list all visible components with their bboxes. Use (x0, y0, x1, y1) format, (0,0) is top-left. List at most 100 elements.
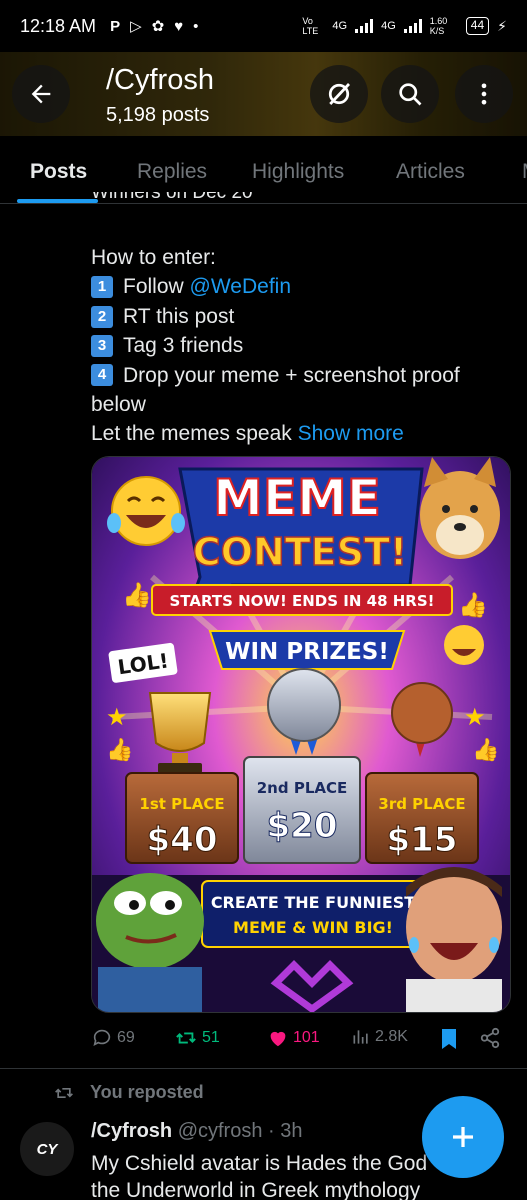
views-button[interactable]: 2.8K (351, 1027, 408, 1047)
bookmark-button[interactable] (439, 1027, 459, 1051)
tab-articles[interactable]: Articles (396, 160, 465, 184)
mention-link[interactable]: @WeDefin (190, 272, 291, 301)
pepe-frog-icon (96, 873, 204, 1012)
arrow-left-icon (31, 84, 51, 104)
post-text: How to enter: 1 Follow @WeDefin 2 RT thi… (91, 243, 511, 449)
thumbs-up-icon-4: 👍 (472, 737, 499, 762)
image-headline-1: MEME (213, 469, 381, 527)
author-handle[interactable]: @cyfrosh (178, 1120, 263, 1142)
tab-posts[interactable]: Posts (30, 160, 87, 184)
post-actions: 69 51 101 2.8K (91, 1027, 511, 1057)
first-place-label: 1st PLACE (139, 795, 224, 813)
status-bar: 12:18 AM P ▷ ✿ ♥ • Vo LTE 4G 4G 1.60 K/S… (0, 0, 527, 52)
post-time: 3h (280, 1120, 303, 1142)
compose-button[interactable] (422, 1096, 504, 1178)
first-place-amount: $40 (147, 820, 218, 860)
network-4g-label: 4G (332, 20, 348, 32)
image-headline-2: CONTEST! (193, 530, 408, 574)
author-name[interactable]: /Cyfrosh (91, 1120, 172, 1142)
meme-contest-image: MEME CONTEST! 👍 👍 STARTS NOW! ENDS IN 48… (92, 457, 510, 1012)
thumbs-up-icon: 👍 (122, 581, 152, 609)
cta-line-1: CREATE THE FUNNIEST (211, 893, 415, 912)
second-place-amount: $20 (267, 806, 338, 846)
separator-dot: · (268, 1120, 275, 1142)
more-vertical-icon (481, 83, 487, 105)
more-options-button[interactable] (455, 65, 513, 123)
signal-icon (355, 19, 374, 33)
scrolled-text-line: Winners on Dec 20 (91, 192, 321, 206)
closing-line: Let the memes speak Show more (91, 419, 511, 448)
laughing-man-icon (406, 867, 502, 1012)
tab-highlights[interactable]: Highlights (252, 160, 344, 184)
repost-button[interactable]: 51 (174, 1027, 220, 1049)
profile-name: /Cyfrosh (106, 64, 214, 96)
closing-text: Let the memes speak (91, 422, 298, 446)
reply-icon (93, 1029, 111, 1046)
heart-filled-icon (270, 1031, 286, 1047)
doge-icon (420, 457, 500, 559)
share-button[interactable] (479, 1027, 501, 1049)
post-author-row: /Cyfrosh @cyfrosh · 3h (91, 1120, 303, 1143)
share-icon (480, 1027, 500, 1049)
post-body-line-2: the Underworld in Greek mythology (91, 1179, 421, 1200)
like-button[interactable]: 101 (267, 1027, 320, 1049)
cta-line-2: MEME & WIN BIG! (233, 918, 393, 937)
repost-count: 51 (202, 1029, 220, 1046)
thumbs-up-icon-2: 👍 (458, 591, 488, 619)
repost-icon (176, 1032, 196, 1044)
system-icons: Vo LTE 4G 4G 1.60 K/S 44 ⚡ (302, 16, 507, 36)
podium-second: 2nd PLACE $20 (243, 756, 361, 864)
app-notification-icon: ✿ (151, 18, 165, 35)
view-count: 2.8K (375, 1028, 408, 1045)
reply-count: 69 (117, 1029, 135, 1046)
second-place-label: 2nd PLACE (257, 779, 348, 797)
how-to-line: How to enter: (91, 246, 216, 269)
thumbs-up-icon-3: 👍 (106, 737, 133, 762)
star-icon-2: ★ (464, 704, 486, 731)
mute-button[interactable] (310, 65, 368, 123)
keycap-two-icon: 2 (91, 305, 113, 328)
charging-icon: ⚡ (497, 17, 507, 34)
keycap-three-icon: 3 (91, 334, 113, 357)
post-image[interactable]: MEME CONTEST! 👍 👍 STARTS NOW! ENDS IN 48… (91, 456, 511, 1013)
podium-third: 3rd PLACE $15 (365, 772, 479, 864)
post-divider (0, 1068, 527, 1069)
tab-replies[interactable]: Replies (137, 160, 207, 184)
show-more-link[interactable]: Show more (298, 419, 404, 448)
third-place-label: 3rd PLACE (378, 795, 465, 813)
step-3: 3 Tag 3 friends (91, 331, 511, 360)
tab-media-partial[interactable]: M (522, 160, 527, 184)
profile-header: /Cyfrosh 5,198 posts (0, 52, 527, 136)
battery-icon: 44 (465, 17, 490, 35)
step-2-text: RT this post (123, 304, 235, 328)
podium-first: 1st PLACE $40 (125, 772, 239, 864)
laughing-emoji-icon (111, 476, 181, 546)
plus-icon (453, 1127, 473, 1147)
volte-icon: Vo LTE (302, 16, 319, 36)
network-4g-label-2: 4G (381, 20, 396, 32)
avatar[interactable]: CY (20, 1122, 74, 1176)
like-count: 101 (293, 1029, 320, 1046)
repost-label: You reposted (90, 1082, 204, 1102)
step-4-text: Drop your meme + screenshot proof (123, 363, 460, 387)
step-2: 2 RT this post (91, 302, 511, 331)
step-1-text: Follow (123, 275, 190, 299)
repost-small-icon (55, 1087, 73, 1098)
step-4: 4 Drop your meme + screenshot proof (91, 361, 511, 390)
search-button[interactable] (381, 65, 439, 123)
views-chart-icon (353, 1030, 368, 1044)
step-4-wrap: below (91, 393, 146, 417)
step-3-text: Tag 3 friends (123, 334, 244, 358)
step-1: 1 Follow @WeDefin (91, 272, 511, 301)
post-count: 5,198 posts (106, 104, 210, 126)
signal-icon-2 (403, 19, 422, 33)
play-notification-icon: ▷ (130, 18, 142, 35)
laughing-emoji-icon-2 (444, 625, 484, 665)
keycap-one-icon: 1 (91, 276, 113, 299)
image-win: WIN PRIZES! (225, 639, 389, 665)
dot-notification-icon: • (193, 17, 199, 35)
back-button[interactable] (12, 65, 70, 123)
bookmark-filled-icon (442, 1029, 456, 1049)
active-tab-indicator (17, 199, 98, 203)
reply-button[interactable]: 69 (91, 1027, 135, 1049)
